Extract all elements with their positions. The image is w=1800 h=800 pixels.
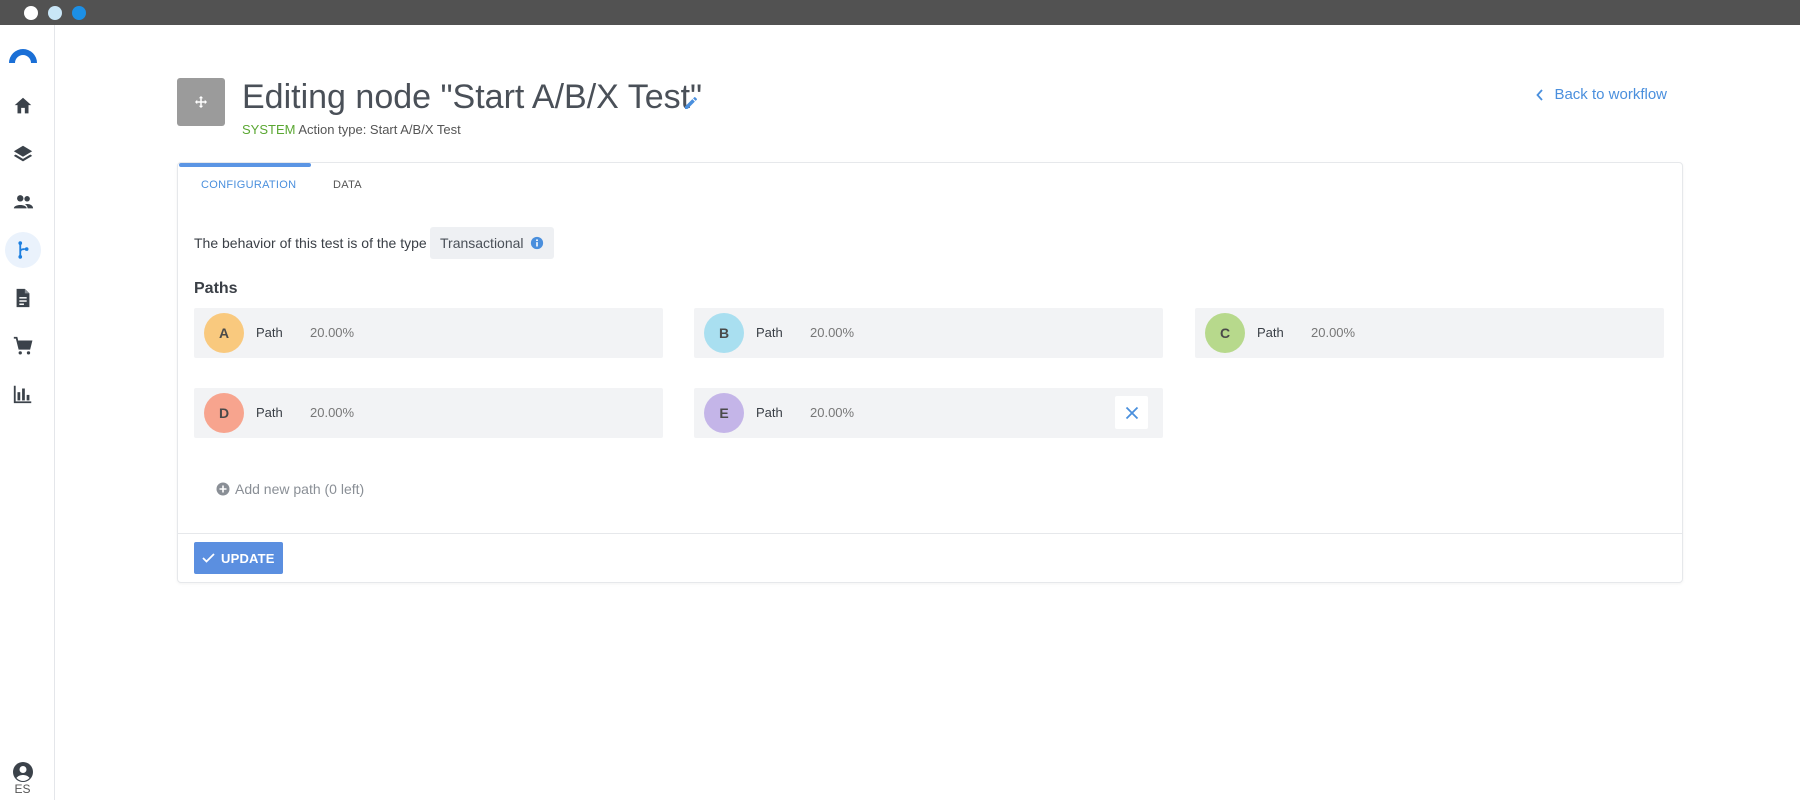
language-indicator[interactable]: ES [0, 782, 45, 796]
chevron-left-icon [1536, 88, 1544, 101]
remove-path-button[interactable] [1115, 396, 1148, 429]
sidebar-item-workflows[interactable] [5, 232, 41, 268]
path-label: Path [256, 325, 283, 340]
add-path-button[interactable]: Add new path (0 left) [216, 481, 364, 497]
update-button[interactable]: UPDATE [194, 542, 283, 574]
logo-icon [9, 49, 37, 63]
path-row-a: A Path 20.00% [194, 308, 663, 358]
behavior-type-label: Transactional [440, 235, 524, 251]
info-icon[interactable] [530, 236, 544, 250]
cart-icon [13, 336, 33, 355]
sidebar-item-contacts[interactable] [5, 184, 41, 220]
path-avatar: C [1205, 313, 1245, 353]
tab-data[interactable]: DATA [333, 179, 362, 191]
user-account-button[interactable] [11, 760, 35, 784]
app-logo[interactable] [7, 45, 39, 65]
path-label: Path [756, 405, 783, 420]
window-zoom-dot[interactable] [72, 6, 86, 20]
path-label: Path [1257, 325, 1284, 340]
sidebar-item-home[interactable] [5, 88, 41, 124]
chart-icon [13, 385, 32, 404]
node-editor-card: CONFIGURATION DATA The behavior of this … [177, 162, 1683, 583]
path-percentage: 20.00% [810, 405, 855, 420]
path-percentage: 20.00% [810, 325, 855, 340]
path-label: Path [756, 325, 783, 340]
action-type-label: Action type: Start A/B/X Test [298, 122, 461, 137]
sidebar-item-commerce[interactable] [5, 328, 41, 364]
card-divider [178, 533, 1682, 534]
window-minimize-dot[interactable] [48, 6, 62, 20]
edit-title-button[interactable] [683, 95, 699, 111]
paths-heading: Paths [194, 280, 238, 297]
path-row-d: D Path 20.00% [194, 388, 663, 438]
sidebar-item-reports[interactable] [5, 376, 41, 412]
path-avatar: E [704, 393, 744, 433]
path-label: Path [256, 405, 283, 420]
behavior-type-chip[interactable]: Transactional [430, 227, 554, 259]
path-percentage: 20.00% [1311, 325, 1356, 340]
close-icon [1125, 406, 1138, 419]
check-icon [202, 553, 215, 563]
active-tab-indicator [179, 163, 311, 167]
window-titlebar [0, 0, 1800, 25]
tab-configuration[interactable]: CONFIGURATION [201, 179, 296, 191]
path-row-c: C Path 20.00% [1195, 308, 1664, 358]
path-avatar: B [704, 313, 744, 353]
document-icon [16, 288, 30, 308]
sidebar-item-layers[interactable] [5, 136, 41, 172]
node-subtitle: SYSTEM Action type: Start A/B/X Test [242, 122, 461, 137]
sidebar-item-documents[interactable] [5, 280, 41, 316]
path-percentage: 20.00% [310, 325, 355, 340]
split-arrows-icon [195, 96, 207, 108]
pencil-icon [685, 96, 698, 109]
home-icon [14, 97, 32, 114]
account-icon [13, 762, 33, 782]
layers-icon [13, 145, 33, 162]
update-button-label: UPDATE [221, 550, 275, 566]
system-label: SYSTEM [242, 122, 296, 137]
path-percentage: 20.00% [310, 405, 355, 420]
window-close-dot[interactable] [24, 6, 38, 20]
add-path-label: Add new path (0 left) [235, 481, 365, 497]
path-avatar: A [204, 313, 244, 353]
sidebar: ES [0, 25, 55, 800]
back-to-workflow-link[interactable]: Back to workflow [1536, 86, 1667, 103]
behavior-description: The behavior of this test is of the type [194, 235, 427, 251]
path-avatar: D [204, 393, 244, 433]
back-link-label: Back to workflow [1554, 86, 1667, 103]
workflow-icon [18, 241, 29, 259]
path-row-b: B Path 20.00% [694, 308, 1163, 358]
people-icon [13, 195, 34, 209]
page-title: Editing node "Start A/B/X Test" [242, 78, 703, 116]
node-type-icon [177, 78, 225, 126]
path-row-e: E Path 20.00% [694, 388, 1163, 438]
plus-circle-icon [216, 482, 230, 496]
